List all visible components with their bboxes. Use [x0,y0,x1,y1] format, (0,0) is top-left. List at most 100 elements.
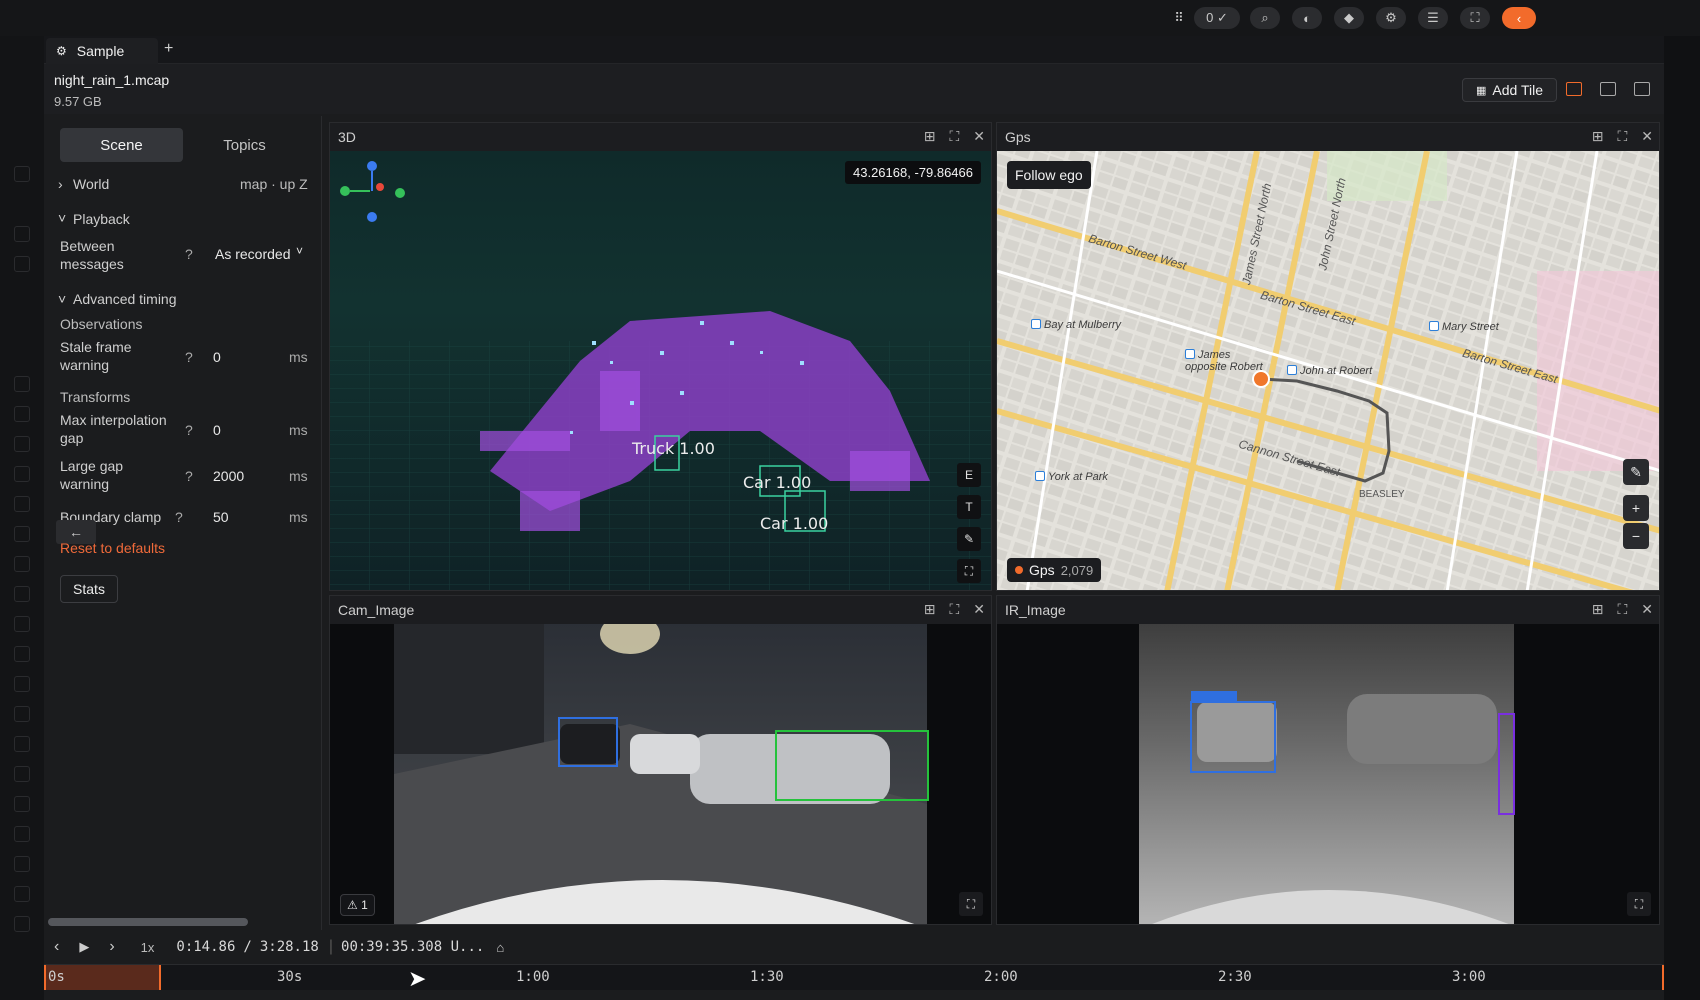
stale-frame-input[interactable]: 0 [213,349,221,365]
tool-e-button[interactable]: E [957,463,981,487]
3d-viewport[interactable]: 43.26168, -79.86466 Truck 1.00 Car 1.00 … [330,151,991,590]
help-icon[interactable]: ? [185,422,193,438]
world-label[interactable]: World [73,176,109,192]
timeline-end-marker [1662,965,1664,990]
map-view[interactable]: Barton Street West James Street North Jo… [997,151,1659,590]
max-interp-label: Max interpolation gap [60,412,167,446]
layout-left-icon[interactable] [1566,82,1582,96]
help-icon[interactable]: ? [185,246,193,262]
step-back-icon[interactable]: ‹ [54,938,59,956]
ir-image [1139,624,1515,924]
detection-label: Car 1.00 [760,514,829,533]
advanced-timing-label[interactable]: Advanced timing [73,291,177,307]
warning-badge[interactable]: ⚠ 1 [340,894,375,916]
chevron-down-icon[interactable]: ˅ [58,291,66,307]
gps-topic-badge[interactable]: Gps 2,079 [1007,558,1102,582]
tag-icon[interactable]: ⌂ [496,940,504,955]
palette-icon[interactable]: ◐ [1292,7,1322,29]
large-gap-input[interactable]: 2000 [213,468,244,484]
fullscreen-icon[interactable]: ⛶ [1617,601,1627,618]
stale-frame-label: Stale frame warning [60,339,132,373]
fullscreen-icon[interactable]: ⛶ [949,128,959,145]
tab-topics[interactable]: Topics [183,128,306,162]
panel-3d-title: 3D [338,129,356,145]
chevron-right-icon[interactable]: › [58,176,63,192]
timeline-playhead[interactable] [159,965,162,990]
clock-time[interactable]: 00:39:35.308 U... [341,939,484,955]
fullscreen-icon[interactable]: ⛶ [959,892,983,916]
timeline-tick: 2:30 [1218,969,1252,985]
expand-icon[interactable]: ⛶ [1460,7,1490,29]
help-icon[interactable]: ? [185,349,193,365]
collapse-chevron-icon[interactable]: ‹ [1502,7,1536,29]
status-dot [1015,566,1023,574]
fullscreen-icon[interactable]: ⛶ [1627,892,1651,916]
playback-controls: ‹ ▶ › 1x 0:14.86 / 3:28.18 | 00:39:35.30… [44,930,1664,964]
large-gap-label: Large gap warning [60,458,124,492]
ir-camera-view[interactable]: ⛶ [997,624,1659,924]
sidebar-tabs: Scene Topics [60,128,306,162]
fullscreen-icon[interactable]: ⛶ [949,601,959,618]
step-forward-icon[interactable]: › [109,938,114,956]
task-counter[interactable]: 0 ✓ [1194,7,1240,29]
point-cloud [330,161,991,590]
bus-stop: Bay at Mulberry [1031,319,1121,331]
between-messages-label: Between messages [60,238,124,272]
timeline-start-marker [44,965,46,990]
sidebar-scrollbar[interactable] [48,918,248,926]
gear-icon[interactable]: ⚙ [1376,7,1406,29]
split-icon[interactable]: ⊞ [1592,128,1604,145]
fullscreen-icon[interactable]: ⛶ [1617,128,1627,145]
timeline-tick: 1:00 [516,969,550,985]
between-messages-select[interactable]: As recorded [215,246,290,262]
tab-sample-label: Sample [76,43,125,59]
tab-scene[interactable]: Scene [60,128,183,162]
ruler-icon[interactable]: ✎ [1623,459,1649,485]
boundary-clamp-input[interactable]: 50 [213,509,229,525]
camera-view[interactable]: ⚠ 1 ⛶ [330,624,991,924]
tool-t-button[interactable]: T [957,495,981,519]
play-icon[interactable]: ▶ [79,939,89,955]
layout-right-icon[interactable] [1634,82,1650,96]
search-icon[interactable]: ⌕ [1250,7,1280,29]
list-icon[interactable]: ☰ [1418,7,1448,29]
layout-bottom-icon[interactable] [1600,82,1616,96]
tab-sample[interactable]: ⚙ Sample [46,38,158,64]
world-value: map · up Z [240,176,308,192]
add-tile-button[interactable]: ▦ Add Tile [1462,78,1557,102]
unit-label: ms [289,349,308,365]
help-icon[interactable]: ? [185,468,193,484]
timeline[interactable]: 0s 30s 1:00 1:30 2:00 2:30 3:00 [44,964,1664,990]
modal-gear-icon: ⚙ [56,44,67,58]
close-icon[interactable]: ✕ [973,601,985,618]
ruler-icon[interactable]: ✎ [957,527,981,551]
bus-stop-icon [1031,319,1041,329]
apps-grid-icon[interactable]: ⠿ [1172,7,1186,29]
zoom-out-icon[interactable]: − [1623,523,1649,549]
select-chevron-icon: ˅ [296,244,304,258]
max-interp-input[interactable]: 0 [213,422,221,438]
speed-select[interactable]: 1x [141,940,155,955]
close-icon[interactable]: ✕ [973,128,985,145]
zoom-in-icon[interactable]: + [1623,495,1649,521]
split-icon[interactable]: ⊞ [1592,601,1604,618]
time-separator: / [243,939,252,955]
panel-ir-header: IR_Image ⊞ ⛶ ✕ [997,596,1659,624]
reset-defaults-link[interactable]: Reset to defaults [60,540,165,556]
split-icon[interactable]: ⊞ [924,128,936,145]
close-icon[interactable]: ✕ [1641,601,1653,618]
tag-icon[interactable]: ◆ [1334,7,1364,29]
follow-ego-button[interactable]: Follow ego [1007,161,1091,189]
chevron-down-icon[interactable]: ˅ [58,210,66,226]
panel-cam-title: Cam_Image [338,602,415,618]
split-icon[interactable]: ⊞ [924,601,936,618]
add-tab-button[interactable]: + [164,40,173,58]
panel-gps: Gps ⊞ ⛶ ✕ Barton Street West James Stree… [996,122,1660,591]
timeline-tick: 0s [48,969,65,985]
stats-button[interactable]: Stats [60,575,118,603]
playback-label[interactable]: Playback [73,211,130,227]
help-icon[interactable]: ? [175,509,183,525]
panel-ir: IR_Image ⊞ ⛶ ✕ ⛶ [996,595,1660,925]
close-icon[interactable]: ✕ [1641,128,1653,145]
fit-view-icon[interactable]: ⛶ [957,559,981,583]
